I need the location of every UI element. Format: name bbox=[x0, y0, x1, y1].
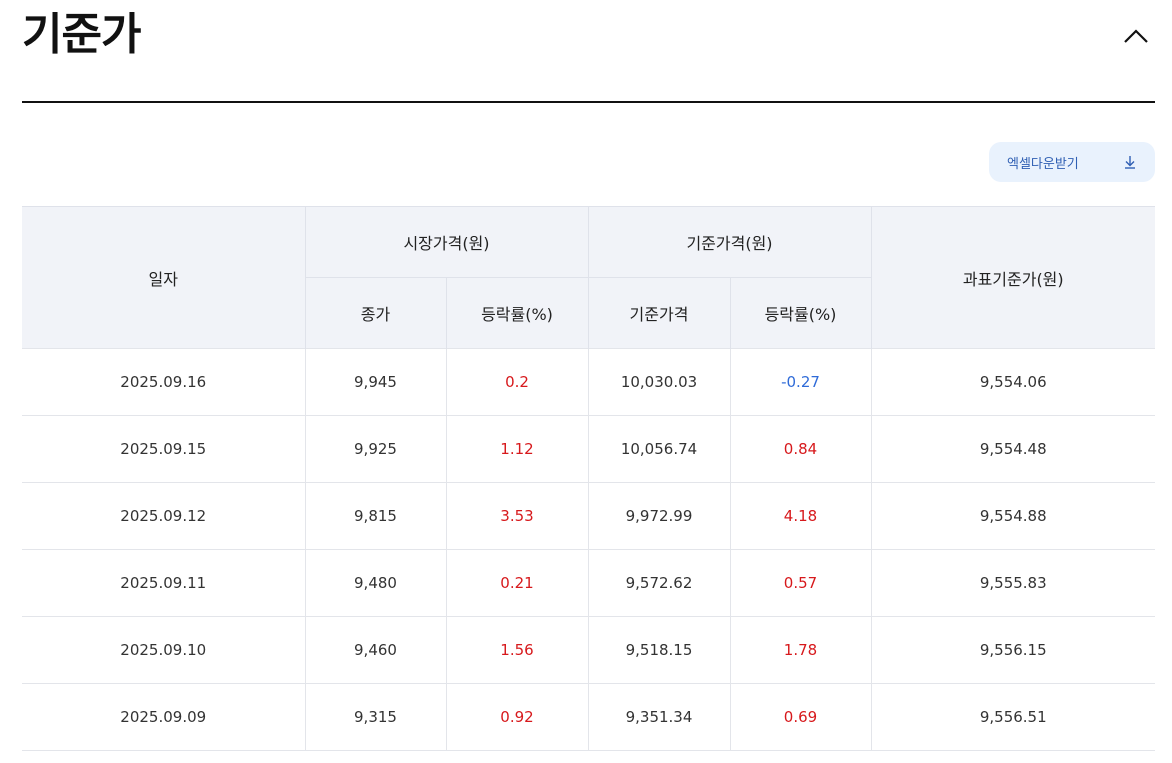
table-row: 2025.09.15 9,925 1.12 10,056.74 0.84 9,554.48 bbox=[22, 415, 1155, 483]
table-row: 2025.09.16 9,945 0.2 10,030.03 -0.27 9,554.06 bbox=[22, 348, 1155, 416]
download-icon bbox=[1125, 156, 1135, 169]
cell-market-change: 1.12 bbox=[445, 415, 588, 483]
table-row: 2025.09.10 9,460 1.56 9,518.15 1.78 9,556.15 bbox=[22, 616, 1155, 684]
cell-market-change: 0.92 bbox=[445, 683, 588, 751]
header-nav-change: 등락률(%) bbox=[729, 277, 871, 349]
cell-date: 2025.09.16 bbox=[22, 348, 305, 416]
cell-close: 9,815 bbox=[304, 482, 446, 550]
cell-tax-nav: 9,554.88 bbox=[870, 482, 1155, 550]
cell-nav-change: -0.27 bbox=[729, 348, 871, 416]
cell-nav: 9,518.15 bbox=[587, 616, 730, 684]
excel-download-button[interactable]: 엑셀다운받기 bbox=[989, 142, 1155, 182]
cell-market-change: 3.53 bbox=[445, 482, 588, 550]
cell-nav: 10,030.03 bbox=[587, 348, 730, 416]
cell-nav: 9,572.62 bbox=[587, 549, 730, 617]
cell-nav-change: 0.84 bbox=[729, 415, 871, 483]
cell-date: 2025.09.11 bbox=[22, 549, 305, 617]
cell-close: 9,460 bbox=[304, 616, 446, 684]
cell-market-change: 0.2 bbox=[445, 348, 588, 416]
header-date: 일자 bbox=[22, 206, 305, 349]
cell-tax-nav: 9,556.15 bbox=[870, 616, 1155, 684]
cell-market-change: 1.56 bbox=[445, 616, 588, 684]
cell-nav: 9,351.34 bbox=[587, 683, 730, 751]
cell-close: 9,925 bbox=[304, 415, 446, 483]
cell-date: 2025.09.09 bbox=[22, 683, 305, 751]
cell-nav: 10,056.74 bbox=[587, 415, 730, 483]
cell-nav-change: 0.57 bbox=[729, 549, 871, 617]
table-row: 2025.09.11 9,480 0.21 9,572.62 0.57 9,555.83 bbox=[22, 549, 1155, 617]
table-row: 2025.09.12 9,815 3.53 9,972.99 4.18 9,554.88 bbox=[22, 482, 1155, 550]
table-row: 2025.09.09 9,315 0.92 9,351.34 0.69 9,556.51 bbox=[22, 683, 1155, 751]
title-divider bbox=[22, 101, 1155, 103]
header-nav-group: 기준가격(원) bbox=[587, 206, 871, 278]
cell-nav-change: 0.69 bbox=[729, 683, 871, 751]
header-nav: 기준가격 bbox=[587, 277, 730, 349]
cell-close: 9,480 bbox=[304, 549, 446, 617]
excel-download-label: 엑셀다운받기 bbox=[1007, 156, 1079, 172]
cell-tax-nav: 9,554.06 bbox=[870, 348, 1155, 416]
cell-date: 2025.09.10 bbox=[22, 616, 305, 684]
chevron-up-icon bbox=[1124, 29, 1148, 43]
cell-close: 9,945 bbox=[304, 348, 446, 416]
table-body: 2025.09.16 9,945 0.2 10,030.03 -0.27 9,554.06… bbox=[22, 348, 1155, 751]
cell-date: 2025.09.15 bbox=[22, 415, 305, 483]
collapse-button[interactable] bbox=[1116, 18, 1156, 54]
cell-tax-nav: 9,554.48 bbox=[870, 415, 1155, 483]
cell-nav-change: 1.78 bbox=[729, 616, 871, 684]
cell-nav: 9,972.99 bbox=[587, 482, 730, 550]
cell-market-change: 0.21 bbox=[445, 549, 588, 617]
cell-tax-nav: 9,555.83 bbox=[870, 549, 1155, 617]
header-market-group: 시장가격(원) bbox=[304, 206, 588, 278]
header-close: 종가 bbox=[304, 277, 446, 349]
cell-tax-nav: 9,556.51 bbox=[870, 683, 1155, 751]
cell-nav-change: 4.18 bbox=[729, 482, 871, 550]
header-tax-nav: 과표기준가(원) bbox=[870, 206, 1155, 349]
cell-date: 2025.09.12 bbox=[22, 482, 305, 550]
header-market-change: 등락률(%) bbox=[445, 277, 588, 349]
cell-close: 9,315 bbox=[304, 683, 446, 751]
page-title: 기준가 bbox=[22, 9, 141, 60]
nav-table: 일자 시장가격(원) 기준가격(원) 과표기준가(원) 종가 등락률(%) 기준… bbox=[22, 206, 1155, 751]
